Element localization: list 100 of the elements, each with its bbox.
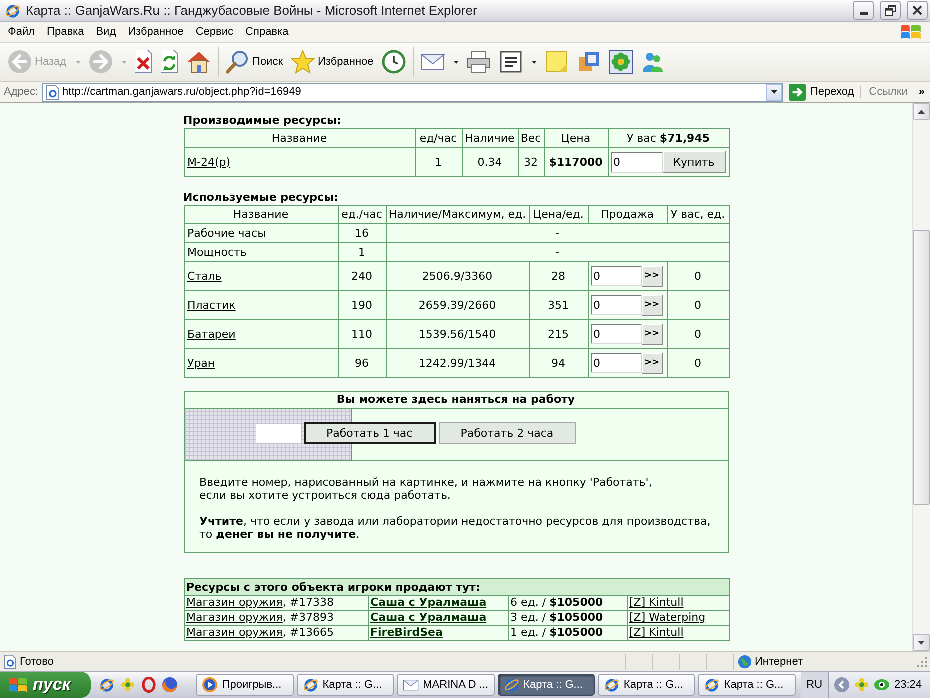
- table-title: Ресурсы с этого объекта игроки продают тут:: [184, 578, 730, 596]
- column-header: Название: [184, 128, 415, 148]
- clock-time: 23:24: [894, 679, 922, 691]
- resource-link[interactable]: Пластик: [188, 298, 236, 312]
- menu-item[interactable]: Вид: [90, 24, 122, 40]
- shop-link[interactable]: Магазин оружия: [186, 611, 283, 624]
- shop-link[interactable]: Магазин оружия: [186, 626, 283, 639]
- menu-item[interactable]: Сервис: [190, 24, 240, 40]
- more-button[interactable]: »: [916, 86, 928, 98]
- sell-button[interactable]: >>: [642, 266, 662, 286]
- clock-icon: [382, 50, 406, 74]
- page-icon: [44, 84, 60, 100]
- dropdown-button[interactable]: [766, 84, 782, 100]
- taskbar-button[interactable]: Карта :: G...: [296, 674, 394, 696]
- scroll-thumb[interactable]: [913, 230, 930, 505]
- shop-link[interactable]: Магазин оружия: [186, 596, 283, 609]
- sell-button[interactable]: >>: [642, 352, 662, 374]
- browser-logo-icon: [504, 677, 520, 693]
- table-cell: Рабочие часы: [184, 224, 338, 242]
- scroll-up-button[interactable]: [913, 103, 930, 120]
- go-button[interactable]: Переход: [786, 84, 858, 100]
- table-cell: 1539.56/1540: [386, 320, 529, 348]
- ring-icon[interactable]: [141, 677, 158, 693]
- table-cell: 1: [338, 242, 386, 262]
- captcha-field[interactable]: [256, 424, 300, 442]
- column-header: Цена/ед.: [529, 206, 588, 224]
- stop-icon: [134, 50, 153, 74]
- table-cell: Мощность: [184, 242, 338, 262]
- buy-button[interactable]: Купить: [662, 151, 726, 173]
- restore-icon: [885, 5, 896, 16]
- eye-icon[interactable]: [874, 677, 890, 693]
- resource-link[interactable]: Сталь: [188, 270, 222, 282]
- flag-icon: [900, 23, 922, 41]
- search-button[interactable]: Поиск: [222, 45, 288, 79]
- start-button[interactable]: пуск: [0, 672, 92, 698]
- table-cell: 96: [338, 348, 386, 378]
- table-cell: 0: [667, 348, 729, 378]
- column-header: У вас, ед.: [667, 206, 729, 224]
- restore-button[interactable]: [880, 1, 901, 20]
- browser-logo-icon: [302, 677, 319, 693]
- table-cell: 0: [667, 320, 729, 348]
- address-field[interactable]: http://cartman.ganjawars.ru/object.php?id=16949: [62, 86, 764, 98]
- taskbar-button[interactable]: Карта :: G...: [698, 674, 796, 696]
- table-cell: -: [386, 224, 729, 242]
- envelope-icon: [403, 677, 420, 693]
- menu-item[interactable]: Правка: [41, 24, 90, 40]
- menu-item[interactable]: Файл: [2, 24, 42, 40]
- language-indicator[interactable]: RU: [800, 672, 828, 698]
- search-icon: [226, 50, 250, 74]
- table-cell: 16: [338, 224, 386, 242]
- browser-logo-icon: [704, 677, 720, 693]
- address-combobox[interactable]: http://cartman.ganjawars.ru/object.php?id=16949: [42, 82, 784, 102]
- taskbar-button[interactable]: MARINA D ...: [397, 674, 495, 696]
- offer-cell: 3 ед. / $105000: [508, 610, 627, 626]
- favorites-button[interactable]: Избранное: [287, 45, 378, 79]
- flower-icon[interactable]: [120, 677, 136, 693]
- taskbar-button[interactable]: Проигрыв...: [196, 674, 294, 696]
- shop-number: , #37893: [282, 611, 334, 624]
- chevron-icon[interactable]: [834, 677, 850, 693]
- product-link[interactable]: М-24(р): [188, 156, 231, 168]
- close-button[interactable]: [907, 1, 928, 20]
- work-button[interactable]: Работать 1 час: [304, 422, 436, 444]
- table-cell: 32: [518, 148, 544, 176]
- taskbar-button[interactable]: Карта :: G...: [498, 674, 595, 696]
- document-icon: [498, 50, 523, 74]
- column-header: Наличие/Максимум, ед.: [386, 206, 529, 224]
- menu-item[interactable]: Избранное: [122, 24, 190, 40]
- links-label[interactable]: Ссылки: [860, 86, 913, 98]
- scroll-down-button[interactable]: [913, 634, 930, 651]
- play-icon: [202, 677, 218, 693]
- section-title: Используемые ресурсы:: [184, 191, 340, 205]
- resource-link[interactable]: Батареи: [188, 328, 236, 340]
- taskbar-button[interactable]: Карта :: G...: [598, 674, 696, 696]
- work-button[interactable]: Работать 2 часа: [438, 422, 576, 444]
- quantity-field[interactable]: 0: [590, 295, 642, 315]
- zone-text: Интернет: [755, 656, 803, 668]
- resource-link[interactable]: Уран: [188, 356, 216, 370]
- browser-logo-icon[interactable]: [99, 677, 116, 693]
- table-cell: 1242.99/1344: [386, 348, 529, 378]
- instruction-text: Введите номер, нарисованный на картинке, и нажмите на кнопку 'Работать', если вы хотите устроиться сюда работать.: [200, 476, 654, 502]
- column-header: У вас $71,945: [608, 128, 729, 148]
- section-title: Производимые ресурсы:: [184, 114, 342, 128]
- table-cell: $117000: [544, 148, 608, 176]
- column-header: Продажа: [588, 206, 667, 224]
- quantity-field[interactable]: 0: [590, 353, 642, 373]
- refresh-icon: [160, 50, 179, 74]
- table-cell: 2659.39/2660: [386, 290, 529, 320]
- sell-button[interactable]: >>: [642, 294, 662, 316]
- people-icon: [640, 50, 665, 74]
- sell-button[interactable]: >>: [642, 324, 662, 344]
- quantity-field[interactable]: 0: [610, 152, 662, 172]
- menu-item[interactable]: Справка: [240, 24, 295, 40]
- table-cell: 190: [338, 290, 386, 320]
- minimize-button[interactable]: [853, 1, 874, 20]
- instruction-text: Учтите, что если у завода или лаборатории недостаточно ресурсов для производства, то денег вы не получите.: [200, 515, 712, 541]
- globe-icon[interactable]: [162, 677, 178, 693]
- quantity-field[interactable]: 0: [590, 324, 642, 344]
- up-arrow-icon: [918, 110, 925, 114]
- resize-grip-icon: [916, 656, 928, 668]
- quantity-field[interactable]: 0: [590, 266, 642, 286]
